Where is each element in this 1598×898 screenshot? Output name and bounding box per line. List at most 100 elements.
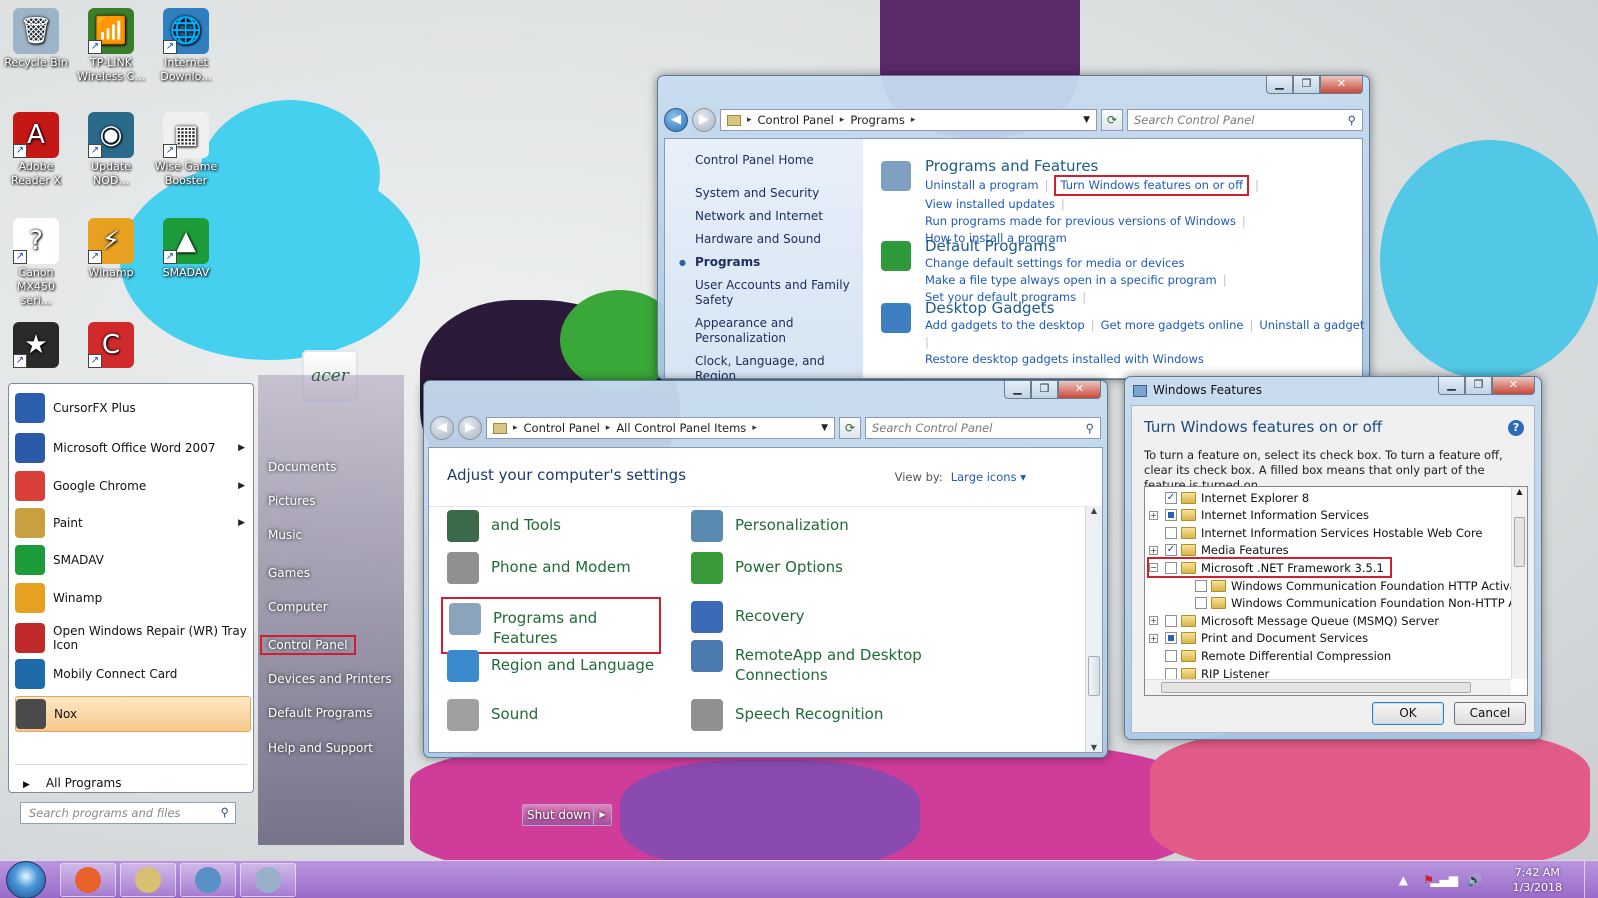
desktop-icon[interactable]: 🌐 ↗ Internet Downlo... <box>150 8 222 84</box>
back-button[interactable]: ◀ <box>430 416 454 440</box>
close-button[interactable]: ✕ <box>1058 381 1101 399</box>
feature-checkbox[interactable] <box>1195 597 1207 610</box>
show-hidden-icons[interactable]: ▲ <box>1399 873 1408 887</box>
feature-checkbox[interactable] <box>1165 509 1177 522</box>
feature-row[interactable]: Windows Communication Foundation HTTP Ac… <box>1179 577 1527 594</box>
desktop-icon[interactable]: ▲ ↗ SMADAV <box>150 218 222 280</box>
feature-checkbox[interactable]: ✓ <box>1165 491 1177 504</box>
task-link[interactable]: Get more gadgets online <box>1101 317 1244 334</box>
chevron-right-icon[interactable]: ▶ <box>238 481 245 491</box>
expand-toggle[interactable]: + <box>1149 545 1158 555</box>
maximize-button[interactable]: ❐ <box>1293 76 1320 94</box>
task-link[interactable]: Turn Windows features on or off <box>1054 175 1250 196</box>
scroll-up-arrow[interactable]: ▲ <box>1086 506 1102 515</box>
back-button[interactable]: ◀ <box>664 108 688 132</box>
scrollbar-thumb[interactable] <box>1514 517 1525 567</box>
task-link[interactable]: View installed updates <box>925 196 1055 213</box>
desktop-icon[interactable]: C ↗ <box>75 322 147 370</box>
search-input[interactable]: Search Control Panel ⚲ <box>1127 109 1363 131</box>
scroll-up-arrow[interactable]: ▲ <box>1512 487 1527 496</box>
forward-button[interactable]: ▶ <box>458 416 482 440</box>
control-panel-item[interactable]: Programs and Features <box>441 597 661 654</box>
control-panel-item[interactable]: Region and Language <box>447 650 687 682</box>
taskbar-explorer-button[interactable] <box>120 863 176 897</box>
start-right-item[interactable]: Games <box>268 566 310 580</box>
feature-row[interactable]: Remote Differential Compression <box>1149 647 1391 664</box>
start-program-item[interactable]: Paint ▶ <box>15 505 251 541</box>
feature-checkbox[interactable] <box>1165 649 1177 662</box>
desktop-icon[interactable]: 📶 ↗ TP-LINK Wireless C... <box>75 8 147 84</box>
scroll-down-arrow[interactable]: ▼ <box>1086 743 1102 752</box>
expand-toggle[interactable]: + <box>1149 510 1158 520</box>
title-bar[interactable]: ▁ ❐ ✕ <box>424 381 1107 405</box>
start-right-item[interactable]: Devices and Printers <box>268 672 392 686</box>
cancel-button[interactable]: Cancel <box>1454 702 1526 725</box>
start-right-item[interactable]: Music <box>268 528 302 542</box>
title-bar[interactable]: ▁ ❐ ✕ <box>658 76 1369 100</box>
vertical-scrollbar[interactable]: ▲ <box>1511 487 1527 679</box>
desktop-icon[interactable]: ⚡ ↗ Winamp <box>75 218 147 280</box>
control-panel-item[interactable]: Phone and Modem <box>447 552 687 584</box>
desktop-icon[interactable]: A ↗ Adobe Reader X <box>0 112 72 188</box>
taskbar-windows-features-button[interactable] <box>240 863 296 897</box>
feature-checkbox[interactable] <box>1165 561 1177 574</box>
address-bar[interactable]: ▸ Control Panel ▸ All Control Panel Item… <box>486 417 835 439</box>
category-title[interactable]: Programs and Features <box>925 157 1369 175</box>
nav-item[interactable]: Programs <box>679 255 855 270</box>
windows-features-dialog[interactable]: Windows Features ▁ ❐ ✕ Turn Windows feat… <box>1124 376 1542 740</box>
start-right-item[interactable]: Documents <box>268 460 336 474</box>
feature-row[interactable]: Windows Communication Foundation Non-HTT… <box>1179 595 1527 612</box>
feature-row[interactable]: + Internet Information Services <box>1149 507 1369 524</box>
expand-toggle[interactable]: + <box>1149 616 1158 626</box>
maximize-button[interactable]: ❐ <box>1031 381 1058 399</box>
start-program-item[interactable]: Mobily Connect Card <box>15 656 251 692</box>
all-programs-link[interactable]: ▶ All Programs <box>23 776 122 790</box>
start-right-item[interactable]: Help and Support <box>268 741 373 755</box>
chevron-down-icon[interactable]: ▼ <box>1083 115 1090 125</box>
start-program-item[interactable]: Winamp <box>15 580 251 616</box>
start-program-item[interactable]: SMADAV <box>15 542 251 578</box>
expand-toggle[interactable]: + <box>1149 633 1158 643</box>
breadcrumb-item[interactable]: Control Panel <box>524 421 600 435</box>
feature-checkbox[interactable] <box>1165 667 1177 680</box>
vertical-scrollbar[interactable]: ▲ ▼ <box>1085 506 1102 752</box>
start-program-item[interactable]: Google Chrome ▶ <box>15 468 251 504</box>
feature-checkbox[interactable] <box>1165 526 1177 539</box>
taskbar-control-panel-button[interactable] <box>180 863 236 897</box>
nav-item[interactable]: User Accounts and Family Safety <box>695 278 855 308</box>
forward-button[interactable]: ▶ <box>692 108 716 132</box>
system-clock[interactable]: 7:42 AM 1/3/2018 <box>1513 865 1562 895</box>
control-panel-item[interactable]: Power Options <box>691 552 931 584</box>
feature-checkbox[interactable]: ✓ <box>1165 544 1177 557</box>
start-search-input[interactable]: Search programs and files ⚲ <box>20 802 236 824</box>
task-link[interactable]: Restore desktop gadgets installed with W… <box>925 351 1204 368</box>
task-link[interactable]: Uninstall a gadget <box>1259 317 1364 334</box>
close-button[interactable]: ✕ <box>1492 377 1535 395</box>
feature-checkbox[interactable] <box>1165 614 1177 627</box>
nav-item[interactable]: Clock, Language, and Region <box>695 354 855 379</box>
control-panel-item[interactable]: RemoteApp and Desktop Connections <box>691 640 931 685</box>
desktop-icon[interactable]: 🗑 Recycle Bin <box>0 8 72 70</box>
control-panel-item[interactable]: Recovery <box>691 601 931 633</box>
nav-item[interactable]: Hardware and Sound <box>695 232 855 247</box>
control-panel-item[interactable]: Sound <box>447 699 687 731</box>
nav-item[interactable]: System and Security <box>695 186 855 201</box>
network-icon[interactable]: ▂▄▆ <box>1430 873 1458 887</box>
ok-button[interactable]: OK <box>1372 702 1444 725</box>
control-panel-programs-window[interactable]: ▁ ❐ ✕ ◀ ▶ ▸ Control Panel ▸ Programs ▸ ▼… <box>657 75 1370 380</box>
start-program-item[interactable]: Microsoft Office Word 2007 ▶ <box>15 430 251 466</box>
taskbar-firefox-button[interactable] <box>60 863 116 897</box>
task-link[interactable]: Add gadgets to the desktop <box>925 317 1085 334</box>
nav-item[interactable]: Network and Internet <box>695 209 855 224</box>
feature-row[interactable]: + ✓ Media Features <box>1149 542 1289 559</box>
nav-control-panel-home[interactable]: Control Panel Home <box>695 153 855 168</box>
breadcrumb-item[interactable]: Control Panel <box>758 113 834 127</box>
chevron-right-icon[interactable]: ▶ <box>238 443 245 453</box>
desktop-icon[interactable]: ? ↗ Canon MX450 seri... <box>0 218 72 308</box>
feature-row[interactable]: Internet Information Services Hostable W… <box>1149 524 1483 541</box>
feature-checkbox[interactable] <box>1165 632 1177 645</box>
horizontal-scrollbar[interactable] <box>1145 679 1511 695</box>
desktop-icon[interactable]: ◉ ↗ Update NOD... <box>75 112 147 188</box>
scrollbar-thumb[interactable] <box>1088 656 1100 696</box>
minimize-button[interactable]: ▁ <box>1004 381 1031 399</box>
